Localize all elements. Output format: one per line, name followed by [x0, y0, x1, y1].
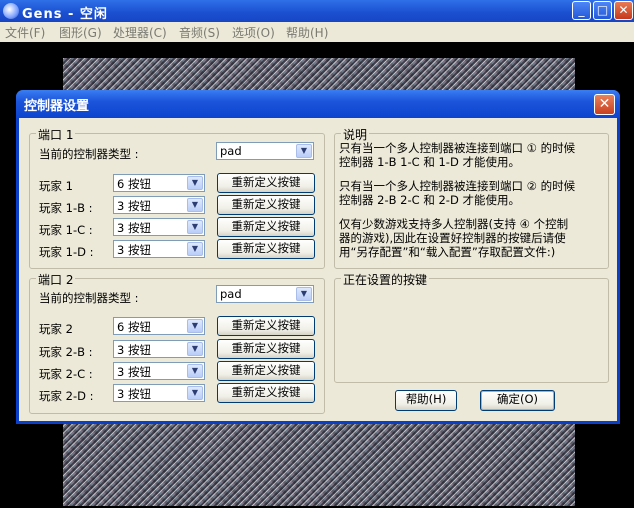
app-title: Gens - 空闲: [22, 7, 108, 22]
menu-options[interactable]: 选项(O): [232, 24, 275, 41]
player-1b-label: 玩家 1-B :: [39, 201, 93, 215]
player-1b-select[interactable]: 3 按钮 ▼: [113, 196, 205, 214]
dropdown-arrow-icon[interactable]: ▼: [187, 342, 203, 356]
player-2b-value: 3 按钮: [117, 343, 151, 357]
maximize-button[interactable]: □: [593, 1, 612, 20]
port2-type-select[interactable]: pad ▼: [216, 285, 314, 303]
dropdown-arrow-icon[interactable]: ▼: [187, 220, 203, 234]
player-1-redefine-button[interactable]: 重新定义按键: [217, 173, 315, 193]
player-2-value: 6 按钮: [117, 320, 151, 334]
player-1d-value: 3 按钮: [117, 243, 151, 257]
dropdown-arrow-icon[interactable]: ▼: [187, 242, 203, 256]
dropdown-arrow-icon[interactable]: ▼: [187, 319, 203, 333]
player-2-redefine-button[interactable]: 重新定义按键: [217, 316, 315, 336]
player-1-label: 玩家 1: [39, 179, 73, 193]
player-2d-label: 玩家 2-D :: [39, 389, 94, 403]
player-2-label: 玩家 2: [39, 322, 73, 336]
port1-type-select[interactable]: pad ▼: [216, 142, 314, 160]
player-1d-label: 玩家 1-D :: [39, 245, 94, 259]
dropdown-arrow-icon[interactable]: ▼: [296, 144, 312, 158]
setting-key-group: 正在设置的按键: [334, 271, 609, 383]
player-2c-select[interactable]: 3 按钮 ▼: [113, 362, 205, 380]
port2-legend: 端口 2: [36, 271, 76, 288]
player-1b-value: 3 按钮: [117, 199, 151, 213]
menu-help[interactable]: 帮助(H): [286, 24, 328, 41]
note-line: 器的游戏),因此在设置好控制器的按键后请使: [339, 231, 566, 245]
app-close-button[interactable]: ✕: [614, 1, 633, 20]
note-line: 只有当一个多人控制器被连接到端口 ① 的时候: [339, 141, 576, 155]
player-2d-value: 3 按钮: [117, 387, 151, 401]
player-2-select[interactable]: 6 按钮 ▼: [113, 317, 205, 335]
ok-button[interactable]: 确定(O): [480, 390, 555, 411]
menu-sound[interactable]: 音频(S): [179, 24, 220, 41]
player-1-select[interactable]: 6 按钮 ▼: [113, 174, 205, 192]
player-1d-redefine-button[interactable]: 重新定义按键: [217, 239, 315, 259]
menu-file[interactable]: 文件(F): [5, 24, 45, 41]
note-line: 控制器 2-B 2-C 和 2-D 才能使用。: [339, 193, 520, 207]
player-1d-select[interactable]: 3 按钮 ▼: [113, 240, 205, 258]
dropdown-arrow-icon[interactable]: ▼: [187, 198, 203, 212]
note-text: 只有当一个多人控制器被连接到端口 ① 的时候 控制器 1-B 1-C 和 1-D…: [339, 141, 575, 259]
dialog-close-button[interactable]: ✕: [594, 94, 615, 115]
player-1c-select[interactable]: 3 按钮 ▼: [113, 218, 205, 236]
dialog-titlebar: 控制器设置 ✕: [16, 90, 620, 118]
player-1c-label: 玩家 1-C :: [39, 223, 93, 237]
gens-logo-icon: [3, 3, 19, 19]
port2-type-value: pad: [220, 287, 242, 301]
menubar: 文件(F) 图形(G) 处理器(C) 音频(S) 选项(O) 帮助(H): [0, 22, 634, 43]
port2-type-label: 当前的控制器类型 :: [39, 291, 139, 305]
player-2c-label: 玩家 2-C :: [39, 367, 93, 381]
player-2b-select[interactable]: 3 按钮 ▼: [113, 340, 205, 358]
menu-cpu[interactable]: 处理器(C): [113, 24, 167, 41]
controller-settings-dialog: 控制器设置 ✕ 端口 1 当前的控制器类型 : pad ▼ 玩家 1 6 按钮 …: [16, 90, 620, 424]
dropdown-arrow-icon[interactable]: ▼: [187, 386, 203, 400]
player-2d-redefine-button[interactable]: 重新定义按键: [217, 383, 315, 403]
player-2c-redefine-button[interactable]: 重新定义按键: [217, 361, 315, 381]
dialog-body: 端口 1 当前的控制器类型 : pad ▼ 玩家 1 6 按钮 ▼ 重新定义按键…: [19, 118, 617, 421]
note-line: 用“另存配置”和“载入配置”存取配置文件:): [339, 245, 556, 259]
port1-type-value: pad: [220, 144, 242, 158]
menu-graphics[interactable]: 图形(G): [59, 24, 102, 41]
player-1-value: 6 按钮: [117, 177, 151, 191]
port1-type-label: 当前的控制器类型 :: [39, 147, 139, 161]
help-button[interactable]: 帮助(H): [395, 390, 457, 411]
dropdown-arrow-icon[interactable]: ▼: [187, 176, 203, 190]
player-2d-select[interactable]: 3 按钮 ▼: [113, 384, 205, 402]
dropdown-arrow-icon[interactable]: ▼: [296, 287, 312, 301]
player-1b-redefine-button[interactable]: 重新定义按键: [217, 195, 315, 215]
player-1c-redefine-button[interactable]: 重新定义按键: [217, 217, 315, 237]
setting-key-legend: 正在设置的按键: [341, 271, 430, 288]
player-2b-label: 玩家 2-B :: [39, 345, 93, 359]
player-1c-value: 3 按钮: [117, 221, 151, 235]
minimize-button[interactable]: _: [572, 1, 591, 20]
note-line: 仅有少数游戏支持多人控制器(支持 ④ 个控制: [339, 217, 569, 231]
dialog-title: 控制器设置: [24, 99, 90, 114]
port1-legend: 端口 1: [36, 126, 76, 143]
note-line: 控制器 1-B 1-C 和 1-D 才能使用。: [339, 155, 520, 169]
player-2b-redefine-button[interactable]: 重新定义按键: [217, 339, 315, 359]
app-titlebar: Gens - 空闲 _ □ ✕: [0, 0, 634, 22]
dropdown-arrow-icon[interactable]: ▼: [187, 364, 203, 378]
note-line: 只有当一个多人控制器被连接到端口 ② 的时候: [339, 179, 576, 193]
player-2c-value: 3 按钮: [117, 365, 151, 379]
